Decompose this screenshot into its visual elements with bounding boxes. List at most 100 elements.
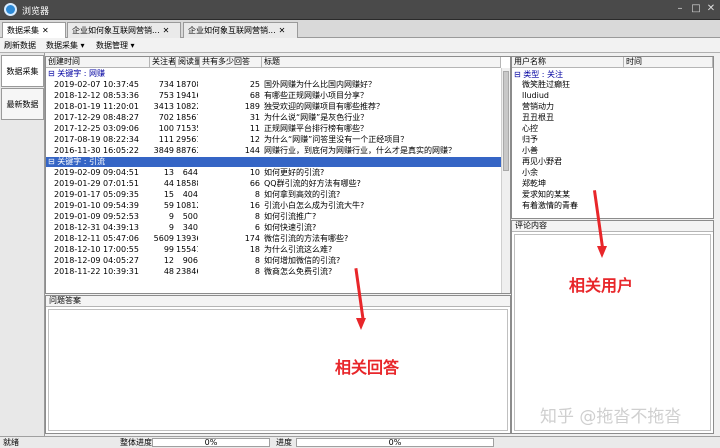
user-row[interactable]: 小余: [522, 168, 538, 178]
table-row[interactable]: 2017-12-29 08:48:27 70218567 31 为什么说“网赚”是灰色…: [46, 113, 501, 123]
user-row[interactable]: 有着激情的青春: [522, 201, 578, 211]
table-cell: 18708: [176, 80, 198, 89]
table-cell: 2017-08-19 08:22:34: [54, 135, 139, 144]
table-cell: QQ群引流的好方法有哪些?: [264, 179, 361, 188]
data-collect-menu[interactable]: 数据采集 ▾: [46, 40, 85, 51]
data-manage-menu[interactable]: 数据管理 ▾: [96, 40, 135, 51]
table-cell: 16: [249, 201, 260, 210]
table-cell: 如何引流推广?: [264, 212, 317, 221]
grid-header-2[interactable]: 阅读量: [176, 57, 200, 68]
group-row[interactable]: ⊟ 关键字 : 网赚: [46, 69, 501, 79]
table-cell: 2018-12-31 04:39:13: [54, 223, 139, 232]
users-header-name[interactable]: 用户名称: [512, 57, 624, 68]
table-cell: 12: [163, 256, 174, 265]
table-cell: 2019-01-10 09:54:39: [54, 201, 139, 210]
table-cell: 644: [182, 168, 198, 177]
table-row[interactable]: 2018-12-12 08:53:36 75319416 68 有哪些正规网赚小项目分…: [46, 91, 501, 101]
tab-label: 数据采集: [7, 26, 39, 35]
table-row[interactable]: 2018-12-10 17:00:55 9915541 18 为什么引流这么难?: [46, 245, 501, 255]
table-cell: 13: [163, 168, 174, 177]
users-header-time[interactable]: 时间: [624, 57, 713, 68]
table-cell: 网赚行业，到底何为网赚行业，什么才是真实的网赚？: [264, 146, 456, 155]
grid-scrollbar[interactable]: [501, 68, 510, 293]
table-cell: 如何拿到高效的引流?: [264, 190, 341, 199]
grid-header-3[interactable]: 共有多少回答: [200, 57, 262, 68]
table-cell: 2018-11-22 10:39:31: [54, 267, 139, 276]
tab-article-1[interactable]: 企业如何象互联网营销... ✕: [67, 22, 181, 38]
user-row[interactable]: 营销动力: [522, 102, 554, 112]
table-cell: 144: [244, 146, 260, 155]
tab-article-2[interactable]: 企业如何象互联网营销... ✕: [183, 22, 298, 38]
questions-grid: 创建时间 关注者 阅读量 共有多少回答 标题 ⊟ 关键字 : 网赚 2019-02-07 …: [45, 56, 511, 294]
table-cell: 887630: [176, 146, 198, 155]
table-cell: 44: [163, 179, 174, 188]
user-row[interactable]: 丑丑根丑: [522, 113, 554, 123]
table-row[interactable]: 2019-02-09 09:04:51 13 644 10 如何更好的引流?: [46, 168, 501, 178]
annotation-arrowhead-users: [597, 246, 607, 258]
grid-header-1[interactable]: 关注者: [150, 57, 176, 68]
table-cell: 8: [254, 256, 260, 265]
tab-label: 企业如何象互联网营销...: [188, 26, 276, 35]
user-row[interactable]: 爱求知的某某: [522, 190, 570, 200]
table-row[interactable]: 2019-01-29 07:01:51 4418588 66 QQ群引流的好方法有哪些…: [46, 179, 501, 189]
table-cell: 6: [254, 223, 260, 232]
table-row[interactable]: 2018-12-31 04:39:13 9 340 6 如何快速引流?: [46, 223, 501, 233]
annotation-label-users: 相关用户: [569, 276, 634, 295]
table-cell: 340: [182, 223, 198, 232]
table-row[interactable]: 2019-01-17 05:09:35 15 404 8 如何拿到高效的引流?: [46, 190, 501, 200]
status-bar: 就绪 整体进度 0% 进度 0%: [0, 436, 720, 448]
table-cell: 15541: [176, 245, 198, 254]
table-cell: 23846: [176, 267, 198, 276]
table-row[interactable]: 2018-11-22 10:39:31 4823846 8 微商怎么免费引流?: [46, 267, 501, 277]
table-row[interactable]: 2018-12-11 05:47:06 560913936 174 微信引流的方法有哪…: [46, 234, 501, 244]
table-cell: 18588: [176, 179, 198, 188]
tab-data-collect[interactable]: 数据采集 ✕: [2, 22, 66, 38]
close-icon[interactable]: ✕: [705, 3, 717, 15]
group-row[interactable]: ⊟ 关键字 : 引流: [46, 157, 501, 167]
users-group-row[interactable]: ⊟ 类型 : 关注: [514, 69, 563, 80]
nav-latest-data[interactable]: 最新数据: [1, 88, 44, 120]
user-row[interactable]: 再见小野君: [522, 157, 562, 167]
user-row[interactable]: 心控: [522, 124, 538, 134]
table-row[interactable]: 2019-01-09 09:52:53 9 500 8 如何引流推广?: [46, 212, 501, 222]
user-row[interactable]: lludiud: [522, 91, 549, 101]
table-row[interactable]: 2017-12-25 03:09:06 10071535 11 正规网赚平台排行榜有哪…: [46, 124, 501, 134]
minimize-icon[interactable]: –: [674, 3, 686, 15]
table-cell: 500: [182, 212, 198, 221]
table-cell: 正规网赚平台排行榜有哪些？: [264, 124, 368, 133]
grid-header-4[interactable]: 标题: [262, 57, 501, 68]
watermark-text: 知乎 @拖沓不拖沓: [540, 407, 682, 427]
answers-content[interactable]: [48, 309, 508, 431]
table-cell: 2018-12-11 05:47:06: [54, 234, 139, 243]
table-row[interactable]: 2019-02-07 10:37:45 73418708 25 国外网赚为什么比国内网…: [46, 80, 501, 90]
table-cell: 5609: [153, 234, 174, 243]
table-cell: 15: [163, 190, 174, 199]
user-row[interactable]: 微笑胜过癫狂: [522, 80, 570, 90]
table-cell: 111: [158, 135, 174, 144]
table-cell: 2017-12-29 08:48:27: [54, 113, 139, 122]
table-row[interactable]: 2018-01-19 11:20:01 3413108227 189 独受欢迎的网赚项…: [46, 102, 501, 112]
nav-data-collect[interactable]: 数据采集: [1, 55, 44, 87]
tab-close-icon[interactable]: ✕: [279, 26, 286, 35]
tab-close-icon[interactable]: ✕: [163, 26, 170, 35]
table-cell: 18: [249, 245, 260, 254]
table-row[interactable]: 2017-08-19 08:22:34 11129561 12 为什么“网赚”问答里没…: [46, 135, 501, 145]
user-row[interactable]: 小善: [522, 146, 538, 156]
table-cell: 25: [249, 80, 260, 89]
table-cell: 2019-02-09 09:04:51: [54, 168, 139, 177]
user-row[interactable]: 郑乾坤: [522, 179, 546, 189]
table-cell: 906: [182, 256, 198, 265]
table-row[interactable]: 2016-11-30 16:05:22 3849887630 144 网赚行业，到底何…: [46, 146, 501, 156]
tab-close-icon[interactable]: ✕: [42, 26, 49, 35]
user-row[interactable]: 归予: [522, 135, 538, 145]
table-cell: 为什么“网赚”问答里没有一个正经项目？: [264, 135, 409, 144]
table-row[interactable]: 2019-01-10 09:54:39 5910812 16 引流小白怎么成为引流大牛…: [46, 201, 501, 211]
maximize-icon[interactable]: □: [690, 3, 702, 15]
annotation-arrowhead-answers: [356, 318, 366, 330]
grid-header-0[interactable]: 创建时间: [46, 57, 150, 68]
table-cell: 18567: [176, 113, 198, 122]
table-row[interactable]: 2018-12-09 04:05:27 12 906 8 如何增加微信的引流?: [46, 256, 501, 266]
refresh-data-button[interactable]: 刷新数据: [4, 40, 36, 51]
grid-scroll-thumb[interactable]: [503, 71, 509, 171]
title-bar: 浏览器 – □ ✕: [0, 0, 720, 20]
